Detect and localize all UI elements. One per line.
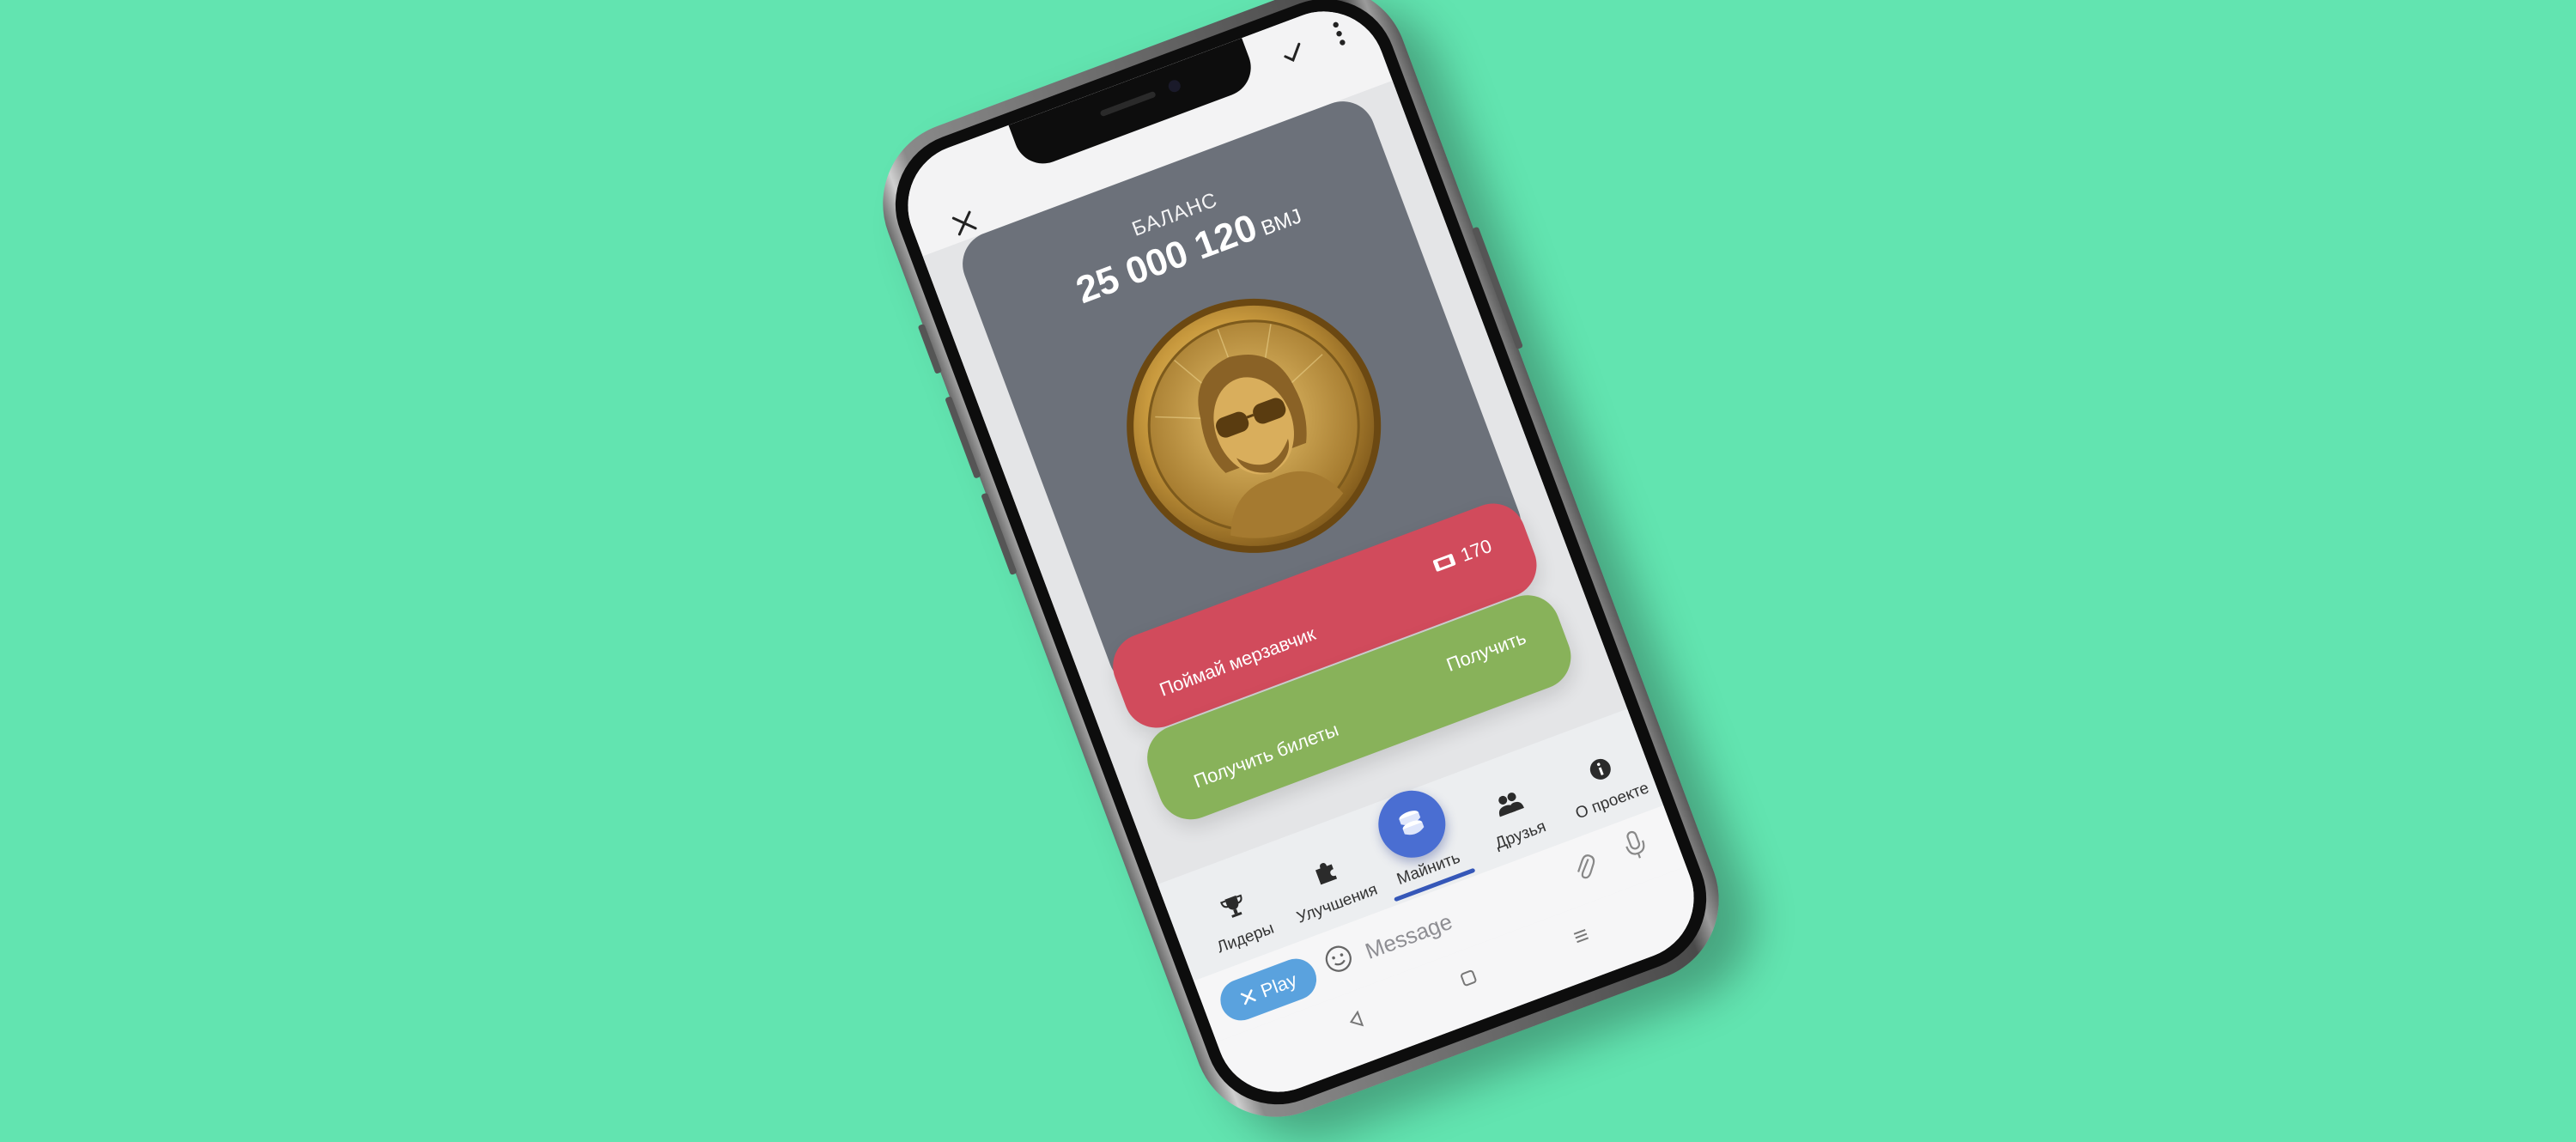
get-tickets-title: Получить билеты [1190,718,1342,793]
ticket-counter: 170 [1431,535,1495,577]
ticket-count: 170 [1457,534,1495,567]
gold-coin-image[interactable] [1088,260,1419,592]
phone-frame: БАЛАНС 25 000 120BMJ Поймай мерзавчик 17… [859,0,1743,1141]
balance-unit: BMJ [1258,204,1305,241]
system-menu-icon[interactable] [1569,924,1595,954]
close-small-icon [1240,989,1256,1005]
phone-screen: БАЛАНС 25 000 120BMJ Поймай мерзавчик 17… [890,0,1712,1110]
ticket-icon [1433,554,1456,572]
system-back-icon[interactable] [1344,1008,1370,1038]
front-camera [1166,78,1182,94]
attach-icon[interactable] [1567,848,1604,891]
microphone-icon[interactable] [1619,827,1654,871]
play-label: Play [1257,969,1300,1002]
check-icon[interactable] [1277,36,1312,74]
more-vertical-icon[interactable] [1328,18,1352,54]
message-input[interactable]: Message [1362,908,1456,965]
phone-bezel: БАЛАНС 25 000 120BMJ Поймай мерзавчик 17… [874,0,1728,1126]
speaker [1099,90,1157,118]
system-home-icon[interactable] [1456,966,1483,996]
get-tickets-button[interactable]: Получить [1443,627,1529,677]
emoji-icon[interactable] [1320,940,1360,985]
stage: БАЛАНС 25 000 120BMJ Поймай мерзавчик 17… [0,0,2576,1141]
